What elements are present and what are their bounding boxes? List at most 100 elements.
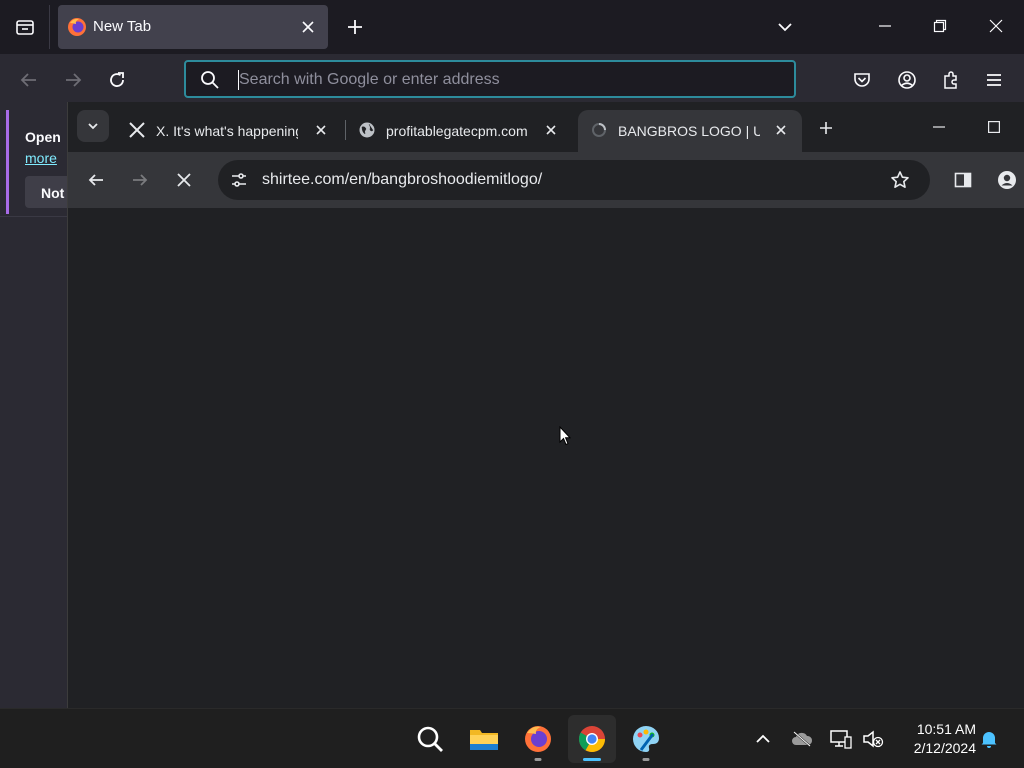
extensions-button[interactable] [935, 64, 967, 96]
firefox-tab-new-tab[interactable]: New Tab [58, 5, 328, 49]
taskbar-file-explorer[interactable] [460, 715, 508, 763]
chrome-tab-strip: X. It's what's happening profitablegatec… [68, 102, 1024, 152]
back-button[interactable] [13, 64, 45, 96]
system-clock[interactable]: 10:51 AM 2/12/2024 [896, 720, 976, 758]
close-tab-button[interactable] [298, 17, 318, 37]
bookmark-star-icon[interactable] [890, 170, 910, 190]
chrome-maximize-button[interactable] [966, 102, 1021, 152]
close-icon [316, 125, 326, 135]
firefox-tab-title: New Tab [93, 18, 152, 35]
paint-icon [633, 726, 659, 752]
chrome-page-content [68, 208, 1024, 708]
mouse-cursor-icon [559, 426, 571, 446]
firefox-address-bar[interactable]: Search with Google or enter address [184, 60, 796, 98]
restore-button[interactable] [912, 0, 967, 52]
site-info-icon [232, 173, 246, 187]
volume-tray-button[interactable] [861, 727, 885, 751]
close-icon [302, 21, 314, 33]
maximize-icon [987, 121, 1000, 133]
taskbar-search-button[interactable] [406, 715, 454, 763]
bell-icon [981, 732, 997, 748]
taskbar-chrome[interactable] [568, 715, 616, 763]
arrow-right-icon [66, 73, 82, 87]
notice-heading: Open [25, 129, 61, 145]
firefox-tab-bar: New Tab [0, 0, 1024, 54]
chevron-down-icon [778, 23, 792, 32]
side-panel-icon [954, 172, 972, 188]
side-panel-button[interactable] [948, 165, 978, 195]
minimize-button[interactable] [857, 0, 912, 52]
close-icon [546, 125, 556, 135]
chrome-tab-x[interactable]: X. It's what's happening [116, 110, 342, 152]
taskbar: 10:51 AM 2/12/2024 [0, 708, 1024, 768]
clock-date: 2/12/2024 [913, 740, 976, 756]
chrome-tab-title: profitablegatecpm.com [386, 123, 528, 139]
chrome-minimize-button[interactable] [911, 102, 966, 152]
account-icon [898, 71, 916, 89]
search-icon [201, 71, 219, 89]
onedrive-tray-button[interactable] [790, 727, 814, 751]
chevron-up-icon [756, 734, 770, 743]
firefox-view-button[interactable] [0, 5, 50, 49]
arrow-left-icon [88, 174, 103, 186]
running-indicator [642, 758, 650, 761]
close-icon [776, 125, 786, 135]
chrome-omnibox[interactable]: shirtee.com/en/bangbroshoodiemitlogo/ [218, 160, 930, 200]
forward-button[interactable] [57, 64, 89, 96]
chevron-down-icon [88, 123, 98, 130]
chrome-tab-title: BANGBROS LOGO | Unisex [618, 123, 760, 139]
profile-button[interactable] [992, 165, 1022, 195]
close-icon [177, 173, 191, 187]
firefox-icon [68, 18, 86, 36]
firefox-notification-card: Open more Not [6, 110, 75, 214]
plus-icon [348, 20, 362, 34]
divider [0, 216, 68, 217]
search-tabs-button[interactable] [77, 110, 109, 142]
arrow-right-icon [133, 174, 148, 186]
minimize-icon [932, 126, 945, 128]
account-button[interactable] [891, 64, 923, 96]
loading-spinner-icon [590, 121, 608, 139]
firefox-icon [525, 726, 551, 752]
chrome-icon [578, 726, 606, 753]
cloud-offline-icon [792, 731, 813, 747]
chrome-new-tab-button[interactable] [812, 114, 840, 142]
firefox-new-tab-button[interactable] [340, 12, 370, 42]
app-menu-button[interactable] [978, 64, 1010, 96]
firefox-content-area: Open more Not [0, 106, 75, 708]
chrome-tab-bangbros-logo[interactable]: BANGBROS LOGO | Unisex [578, 110, 802, 152]
notifications-button[interactable] [977, 727, 1001, 751]
close-tab-button[interactable] [772, 121, 790, 139]
omnibox-url: shirtee.com/en/bangbroshoodiemitlogo/ [262, 171, 543, 188]
reload-button[interactable] [101, 64, 133, 96]
chrome-tab-profitablegatecpm[interactable]: profitablegatecpm.com [346, 110, 572, 152]
chrome-tab-title: X. It's what's happening [156, 123, 298, 139]
network-tray-button[interactable] [829, 727, 853, 751]
close-icon [989, 19, 1002, 33]
clock-time: 10:51 AM [916, 721, 976, 737]
profile-icon [998, 171, 1016, 189]
taskbar-paint[interactable] [622, 715, 670, 763]
chrome-toolbar: shirtee.com/en/bangbroshoodiemitlogo/ [68, 152, 1024, 208]
minimize-icon [878, 25, 891, 27]
chrome-forward-button[interactable] [125, 165, 155, 195]
show-hidden-icons-button[interactable] [751, 727, 775, 751]
search-icon [417, 726, 443, 752]
plus-icon [820, 122, 832, 134]
taskbar-firefox[interactable] [514, 715, 562, 763]
chrome-stop-loading-button[interactable] [169, 165, 199, 195]
list-all-tabs-button[interactable] [770, 12, 800, 42]
close-tab-button[interactable] [312, 121, 330, 139]
x-logo-icon [128, 121, 146, 139]
notice-learn-more-link[interactable]: more [25, 150, 57, 166]
restore-icon [933, 19, 946, 33]
hamburger-menu-icon [987, 74, 1001, 86]
pocket-button[interactable] [846, 64, 878, 96]
network-icon [830, 730, 852, 749]
address-bar-placeholder: Search with Google or enter address [239, 71, 500, 88]
globe-icon [358, 121, 376, 139]
reload-icon [110, 72, 124, 87]
close-tab-button[interactable] [542, 121, 560, 139]
close-window-button[interactable] [968, 0, 1023, 52]
chrome-back-button[interactable] [81, 165, 111, 195]
